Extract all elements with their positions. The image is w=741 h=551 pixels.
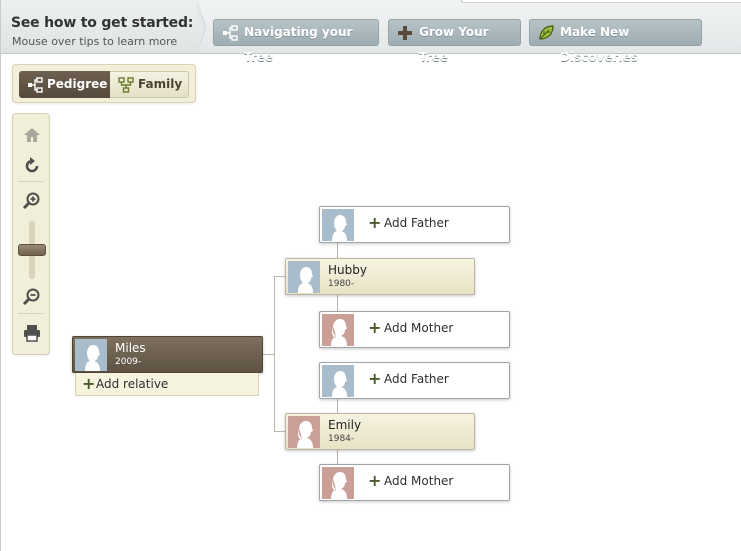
refresh-icon[interactable] — [22, 156, 42, 176]
add-father-card[interactable]: Add Father — [319, 206, 510, 243]
tips-intro: See how to get started: Mouse over tips … — [1, 0, 206, 54]
person-name: Emily — [328, 418, 362, 432]
male-silhouette-icon — [322, 365, 354, 397]
tips-subtitle: Mouse over tips to learn more — [12, 35, 178, 48]
male-silhouette-icon — [322, 209, 354, 241]
tree-viewer: See how to get started: Mouse over tips … — [0, 0, 741, 551]
add-father-label: Add Father — [368, 369, 449, 388]
tips-title: See how to get started: — [11, 15, 194, 31]
female-silhouette-icon — [322, 467, 354, 499]
zoom-in-icon[interactable] — [22, 191, 42, 211]
connector — [337, 242, 338, 259]
tip-navigating-label: Navigating your Tree — [244, 25, 353, 64]
person-dates: 1980- — [328, 279, 355, 289]
family-view-label: Family — [138, 77, 183, 91]
person-dates: 1984- — [328, 434, 355, 444]
pedigree-view-button[interactable]: Pedigree — [19, 71, 110, 98]
tip-grow-label: Grow Your Tree — [419, 25, 489, 64]
print-icon[interactable] — [22, 323, 42, 343]
person-name: Miles — [115, 341, 146, 355]
female-silhouette-icon — [322, 314, 354, 346]
connector — [337, 294, 338, 312]
add-relative-button[interactable]: Add relative — [75, 373, 259, 396]
zoom-slider-handle[interactable] — [18, 244, 46, 256]
tool-separator — [18, 313, 44, 314]
pedigree-icon — [27, 76, 43, 93]
connector — [337, 449, 338, 465]
pedigree-icon — [222, 25, 238, 41]
male-silhouette-icon — [75, 339, 107, 371]
tool-separator — [18, 181, 44, 182]
tip-navigating-button[interactable]: Navigating your Tree — [213, 19, 379, 64]
top-strip — [461, 0, 741, 3]
add-father-card[interactable]: Add Father — [319, 362, 510, 399]
person-card-hubby[interactable]: Hubby 1980- — [285, 258, 475, 295]
add-relative-label: Add relative — [82, 374, 168, 393]
person-card-emily[interactable]: Emily 1984- — [285, 413, 475, 450]
view-toggle: Pedigree Family — [12, 64, 196, 103]
add-mother-card[interactable]: Add Mother — [319, 311, 510, 348]
person-dates: 2009- — [115, 357, 142, 367]
family-view-button[interactable]: Family — [110, 71, 189, 98]
tip-discoveries-label: Make New Discoveries — [560, 25, 638, 64]
tip-discoveries-button[interactable]: Make New Discoveries — [529, 19, 702, 64]
add-mother-label: Add Mother — [368, 318, 453, 337]
tree-tools — [12, 113, 50, 355]
person-card-miles[interactable]: Miles 2009- — [72, 336, 263, 373]
connector — [337, 398, 338, 413]
female-silhouette-icon — [288, 416, 320, 448]
leaf-icon — [538, 25, 554, 41]
zoom-out-icon[interactable] — [22, 287, 42, 307]
person-name: Hubby — [328, 263, 367, 277]
tips-bar: See how to get started: Mouse over tips … — [1, 0, 741, 64]
family-icon — [118, 77, 134, 93]
male-silhouette-icon — [288, 261, 320, 293]
home-icon[interactable] — [22, 125, 42, 145]
tip-grow-button[interactable]: Grow Your Tree — [388, 19, 521, 64]
add-mother-label: Add Mother — [368, 471, 453, 490]
pedigree-view-label: Pedigree — [47, 77, 108, 91]
plus-icon — [397, 25, 413, 41]
add-father-label: Add Father — [368, 213, 449, 232]
add-mother-card[interactable]: Add Mother — [319, 464, 510, 501]
connector — [274, 276, 275, 432]
